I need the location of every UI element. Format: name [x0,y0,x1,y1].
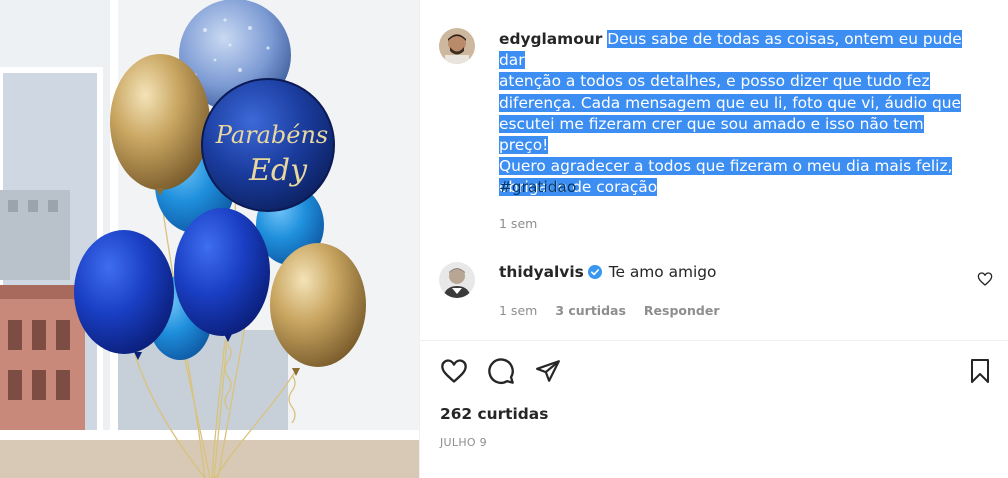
author-username[interactable]: edyglamour [499,30,602,48]
comment-like-button[interactable] [977,271,993,287]
post-date[interactable]: JULHO 9 [440,436,487,449]
comment-text: Te amo amigo [608,263,717,281]
caption-line: Quero agradecer a todos que fizeram o me… [499,157,953,176]
hashtag-link[interactable]: #gratidao [499,178,576,196]
action-bar [439,356,563,386]
balloon-text-line1: Parabéns [215,121,329,149]
heart-icon [977,272,993,286]
commenter-username[interactable]: thidyalvis [499,263,584,281]
comment-icon [488,358,514,384]
save-button[interactable] [965,356,995,386]
heart-icon [441,359,467,383]
comment-button[interactable] [486,356,516,386]
paper-plane-icon [536,360,560,382]
post-details-panel: edyglamour Deus sabe de todas as coisas,… [419,0,1008,478]
comment: thidyalvis Te amo amigo [499,262,716,283]
author-avatar[interactable] [439,28,475,64]
divider [420,340,1008,341]
caption-line: diferença. Cada mensagem que eu li, foto… [499,93,961,112]
bookmark-icon [971,359,989,383]
like-button[interactable] [439,356,469,386]
caption-timestamp[interactable]: 1 sem [499,216,537,231]
post-caption: edyglamour Deus sabe de todas as coisas,… [499,29,969,199]
likes-count[interactable]: 262 curtidas [440,405,548,423]
balloons-image: Parabéns Edy [0,0,419,478]
instagram-post: Parabéns Edy edyglamour Deus sabe de tod… [0,0,1008,478]
post-photo[interactable]: Parabéns Edy [0,0,419,478]
comment-timestamp[interactable]: 1 sem [499,303,537,318]
share-button[interactable] [533,356,563,386]
comment-likes-link[interactable]: 3 curtidas [555,303,626,318]
comment-meta: 1 sem 3 curtidas Responder [499,303,720,318]
caption-line: atenção a todos os detalhes, e posso diz… [499,72,930,91]
caption-line: escutei me fizeram crer que sou amado e … [499,114,924,155]
reply-button[interactable]: Responder [644,303,720,318]
balloon-text-line2: Edy [248,153,308,188]
commenter-avatar[interactable] [439,262,475,298]
verified-badge-icon [587,265,602,279]
